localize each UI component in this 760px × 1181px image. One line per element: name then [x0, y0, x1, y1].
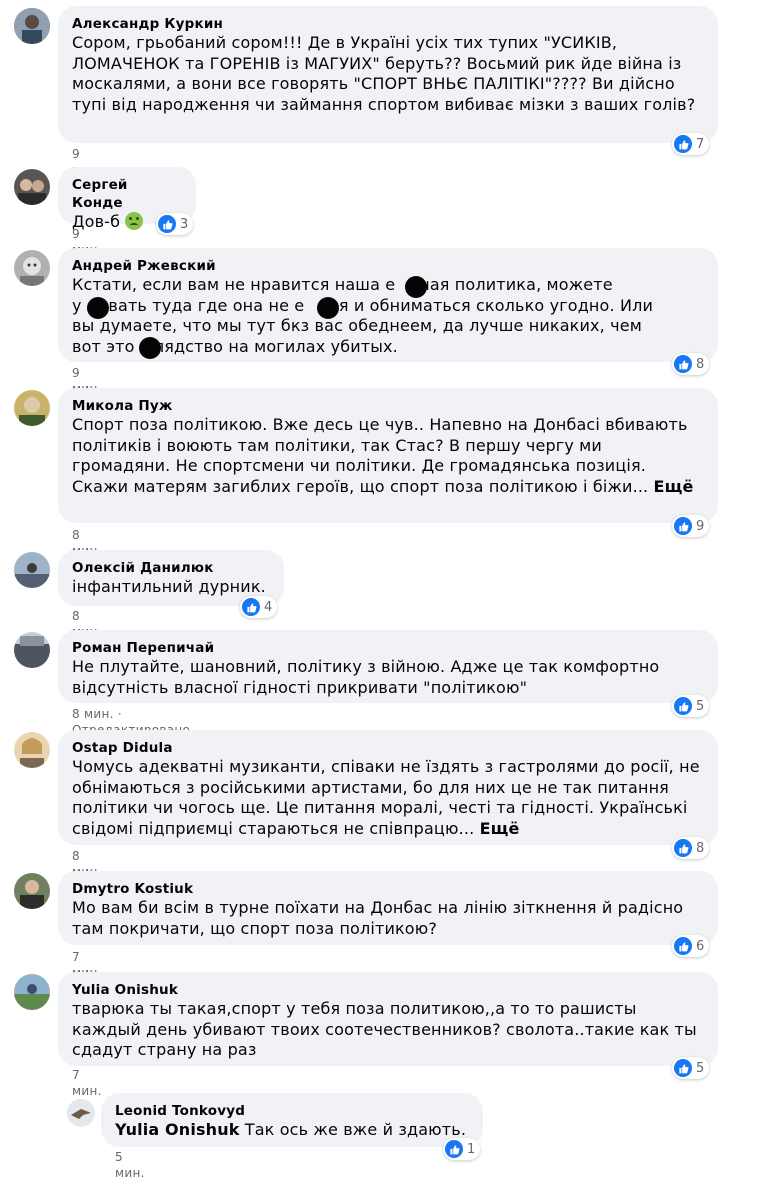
comment-text: Чомусь адекватні музиканти, співаки не ї…: [72, 757, 700, 838]
nauseated-face-icon: [125, 212, 144, 230]
comment-text: Yulia Onishuk Так ось же вже й здають.: [115, 1120, 467, 1139]
avatar[interactable]: [14, 974, 50, 1010]
comment-bubble: Микола Пуж Спорт поза політикою. Вже дес…: [58, 388, 718, 523]
comment-time[interactable]: 5 мин.: [115, 1149, 145, 1181]
comment-author[interactable]: Dmytro Kostiuk: [72, 880, 704, 898]
mention-link[interactable]: Yulia Onishuk: [115, 1120, 240, 1139]
comment-text: Спорт поза політикою. Вже десь це чув.. …: [72, 415, 694, 496]
comment-text: Кстати, если вам не нравится наша е аная …: [72, 275, 653, 356]
like-icon: [674, 355, 692, 373]
comment-bubble: Yulia Onishuk тварюка ты такая,спорт у т…: [58, 972, 718, 1066]
like-icon: [445, 1140, 463, 1158]
comment-text: Не плутайте, шановний, політику з війною…: [72, 657, 660, 697]
censor-blot: [139, 337, 161, 359]
reaction-count[interactable]: 5: [672, 695, 710, 717]
comment-author[interactable]: Александр Куркин: [72, 15, 704, 33]
reaction-count[interactable]: 6: [672, 935, 710, 957]
reaction-count[interactable]: 7: [672, 133, 710, 155]
comment-author[interactable]: Ostap Didula: [72, 739, 704, 757]
comment-bubble: Ostap Didula Чомусь адекватні музиканти,…: [58, 730, 718, 845]
comment-author[interactable]: Роман Перепичай: [72, 639, 704, 657]
avatar[interactable]: [14, 873, 50, 909]
avatar[interactable]: [14, 250, 50, 286]
see-more-link[interactable]: Ещё: [480, 819, 520, 838]
comment-author[interactable]: Андрей Ржевский: [72, 257, 704, 275]
reaction-count[interactable]: 3: [156, 213, 194, 235]
avatar[interactable]: [14, 390, 50, 426]
avatar[interactable]: [14, 632, 50, 668]
comment-author[interactable]: Микола Пуж: [72, 397, 704, 415]
comment-author[interactable]: Yulia Onishuk: [72, 981, 704, 999]
comment-text: Сором, грьобаний сором!!! Де в Україні у…: [72, 33, 696, 114]
reaction-count[interactable]: 1: [443, 1138, 481, 1160]
avatar[interactable]: [14, 169, 50, 205]
like-icon: [158, 215, 176, 233]
like-icon: [242, 598, 260, 616]
avatar[interactable]: [67, 1099, 95, 1127]
comment-time[interactable]: 8 мин.: [72, 707, 114, 721]
comment-time[interactable]: 7 мин.: [72, 1067, 102, 1099]
reaction-count[interactable]: 9: [672, 515, 710, 537]
comment-bubble: Leonid Tonkovyd Yulia Onishuk Так ось же…: [101, 1093, 483, 1147]
reaction-count[interactable]: 8: [672, 353, 710, 375]
avatar[interactable]: [14, 8, 50, 44]
comment-author[interactable]: Олексій Данилюк: [72, 559, 270, 577]
censor-blot: [405, 276, 427, 298]
comment-bubble: Александр Куркин Сором, грьобаний сором!…: [58, 6, 718, 143]
censor-blot: [87, 297, 109, 319]
comment-bubble: Dmytro Kostiuk Мо вам би всім в турне по…: [58, 871, 718, 945]
comment-text: інфантильний дурник.: [72, 577, 266, 596]
see-more-link[interactable]: Ещё: [654, 477, 694, 496]
comment-bubble: Роман Перепичай Не плутайте, шановний, п…: [58, 630, 718, 703]
comment-author[interactable]: Сергей Конде: [72, 176, 182, 212]
like-icon: [674, 697, 692, 715]
like-icon: [674, 135, 692, 153]
reaction-count[interactable]: 4: [240, 596, 278, 618]
reaction-count[interactable]: 8: [672, 837, 710, 859]
comment-text: тварюка ты такая,спорт у тебя поза полит…: [72, 999, 697, 1059]
avatar[interactable]: [14, 732, 50, 768]
like-icon: [674, 937, 692, 955]
like-icon: [674, 517, 692, 535]
avatar[interactable]: [14, 552, 50, 588]
reaction-count[interactable]: 5: [672, 1057, 710, 1079]
like-icon: [674, 839, 692, 857]
comment-author[interactable]: Leonid Tonkovyd: [115, 1102, 469, 1120]
comment-text: Мо вам би всім в турне поїхати на Донбас…: [72, 898, 684, 938]
censor-blot: [317, 297, 339, 319]
like-icon: [674, 1059, 692, 1077]
